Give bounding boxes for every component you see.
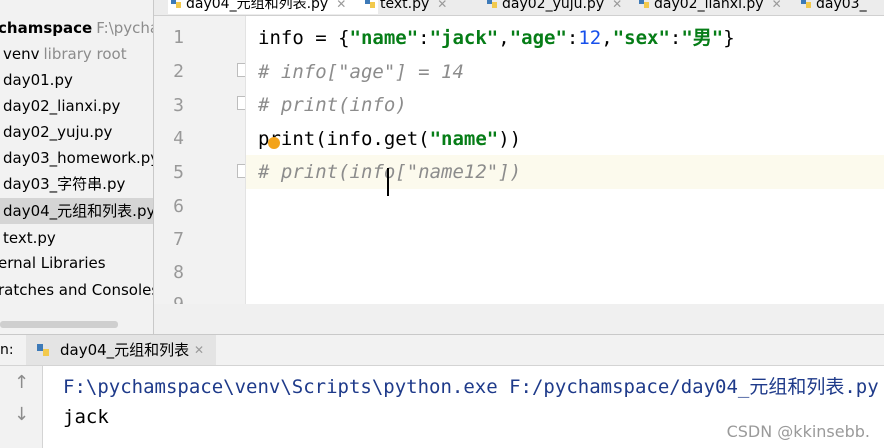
tab-day04[interactable]: day04_元组和列表.py ✕ [168,0,378,14]
project-root[interactable]: chamspaceF:\pychar [0,15,153,41]
editor-empty-area [154,304,884,334]
tree-item-file[interactable]: text.py [3,225,56,251]
code-editor[interactable]: info = {"name":"jack","age":12,"sex":"男"… [246,16,884,304]
close-icon[interactable]: ✕ [336,0,346,11]
editor-tabbar: day04_元组和列表.py ✕ text.py ✕ day02_yuju.py ✕ … [154,0,884,16]
tree-item-file[interactable]: day01.py [3,67,73,93]
code-line-1: info = {"name":"jack","age":12,"sex":"男"… [258,27,735,49]
tab-label: day02_yuju.py [502,0,605,12]
run-label: n: [0,342,14,358]
line-number: 7 [173,229,184,250]
run-toolbar: n: day04_元组和列表 ✕ [0,335,884,366]
close-icon[interactable]: ✕ [612,0,622,11]
venv-hint: library root [43,45,127,63]
project-panel: chamspaceF:\pychar venvlibrary root day0… [0,0,153,334]
python-file-icon [639,0,649,8]
arrow-down-icon[interactable]: ↓ [14,404,29,425]
close-icon[interactable]: ✕ [772,0,782,11]
tree-item-external-libraries[interactable]: ernal Libraries [0,250,106,276]
tree-item-file[interactable]: day03_字符串.py [3,171,125,197]
project-scrollbar[interactable] [0,321,118,328]
console-output: jack [63,406,109,428]
watermark: CSDN @kkinsebb. [726,422,870,441]
line-number: 6 [173,196,184,217]
line-number: 9 [154,288,184,304]
project-root-path: F:\pychar [96,19,153,37]
project-root-name: chamspace [0,19,93,37]
line-gutter: 1 2 3 4 5 6 7 8 9 [154,16,246,304]
line-number: 4 [173,128,184,149]
line-number: 1 [173,27,184,48]
code-line-2: # info["age"] = 14 [258,61,464,83]
tab-day03[interactable]: day03_ [798,0,884,14]
tree-item-scratches[interactable]: ratches and Consoles [0,277,153,303]
tab-day02-lianxi[interactable]: day02_lianxi.py ✕ [636,0,814,14]
text-caret [387,168,389,196]
venv-name: venv [3,45,40,63]
python-file-icon [171,0,181,8]
tab-label: text.py [380,0,430,12]
tab-label: day03_ [816,0,867,12]
code-line-5: # print(info["name12"]) [246,155,884,189]
intention-bulb-icon[interactable] [268,137,280,149]
python-file-icon [487,0,497,8]
code-line-4: print(info.get("name")) [258,128,522,150]
python-file-icon [37,344,49,356]
tree-item-file[interactable]: day02_lianxi.py [3,93,120,119]
console-command: F:\pychamspace\venv\Scripts\python.exe F… [63,376,879,398]
line-number: 3 [173,95,184,116]
fold-marker-icon[interactable] [237,63,245,77]
console-toolbar: ↑ ↓ [0,366,43,448]
tab-label: day02_lianxi.py [654,0,764,12]
tab-day02-yuju[interactable]: day02_yuju.py ✕ [484,0,652,14]
arrow-up-icon[interactable]: ↑ [14,372,29,393]
close-icon[interactable]: ✕ [437,0,447,11]
run-tab-label: day04_元组和列表 [60,341,190,359]
fold-marker-icon[interactable] [237,164,245,178]
fold-marker-icon[interactable] [237,96,245,110]
run-tab[interactable]: day04_元组和列表 ✕ [26,335,216,365]
line-number: 5 [173,162,184,183]
tree-item-file[interactable]: day03_homework.py [3,145,153,171]
tree-item-file-selected[interactable]: day04_元组和列表.py [0,198,153,224]
tree-item-venv[interactable]: venv library root [3,41,127,67]
code-line-3: # print(info) [258,94,407,116]
tab-text[interactable]: text.py ✕ [362,0,500,14]
line-number: 8 [173,262,184,283]
line-number: 2 [173,61,184,82]
close-icon[interactable]: ✕ [194,335,204,365]
tab-label: day04_元组和列表.py [186,0,329,12]
python-file-icon [365,0,375,8]
python-file-icon [801,0,811,8]
tree-item-file[interactable]: day02_yuju.py [3,119,112,145]
